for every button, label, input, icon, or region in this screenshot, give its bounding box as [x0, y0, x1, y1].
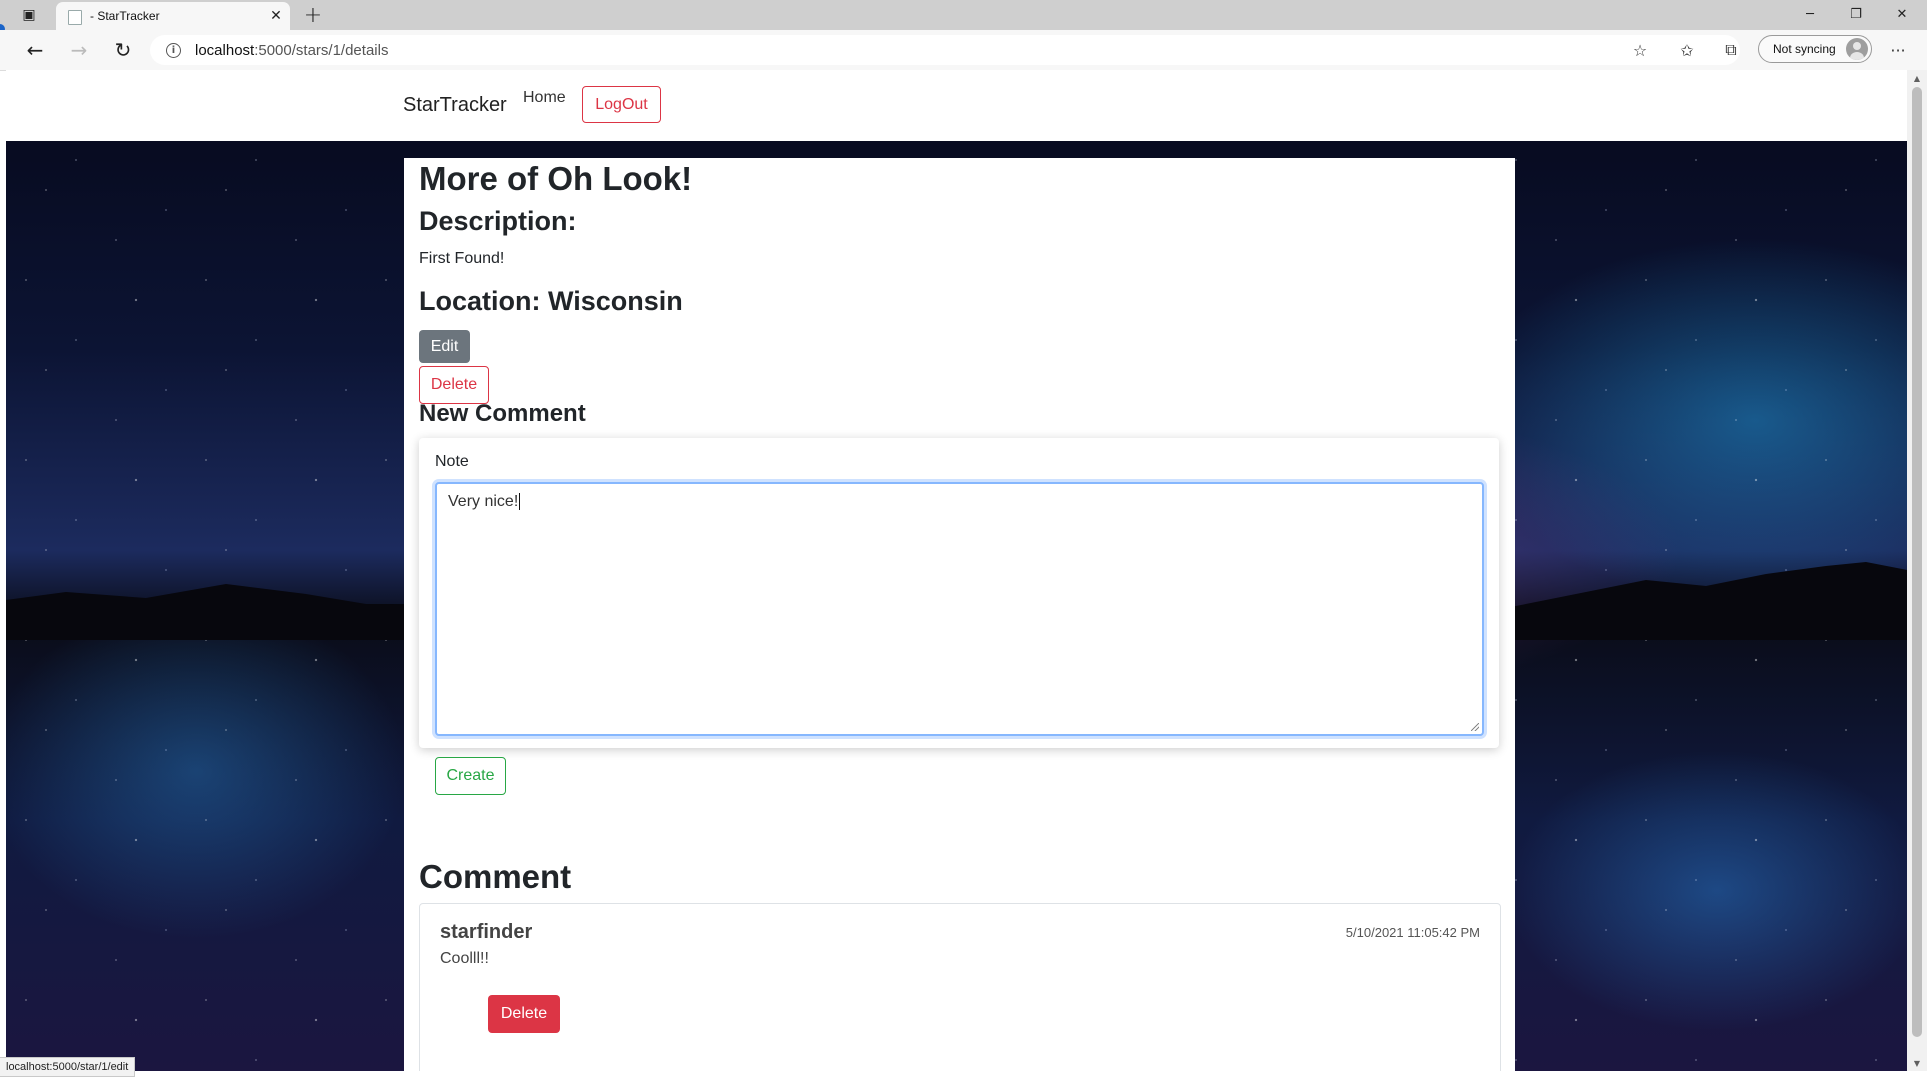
- profile-label: Not syncing: [1773, 42, 1836, 56]
- star-title: More of Oh Look!: [419, 160, 693, 197]
- delete-comment-button[interactable]: Delete: [488, 995, 560, 1033]
- back-icon[interactable]: ←: [22, 38, 48, 62]
- brand-link[interactable]: StarTracker: [403, 94, 507, 117]
- text-caret: [519, 493, 521, 510]
- minimize-button[interactable]: ─: [1787, 0, 1833, 28]
- logout-button[interactable]: LogOut: [582, 86, 661, 123]
- profile-button[interactable]: Not syncing: [1758, 35, 1872, 63]
- tab-strip: ▣ - StarTracker ✕ + ─ ❐ ✕: [0, 0, 1927, 34]
- url-text[interactable]: localhost:5000/stars/1/details: [195, 42, 388, 59]
- site-navbar: StarTracker Home LogOut: [6, 70, 1907, 141]
- create-button[interactable]: Create: [435, 757, 506, 795]
- close-window-button[interactable]: ✕: [1879, 0, 1925, 28]
- new-comment-card: Note Very nice! Create: [419, 438, 1499, 795]
- favorites-icon[interactable]: ✩: [1676, 39, 1698, 61]
- close-tab-icon[interactable]: ✕: [267, 6, 285, 26]
- browser-tab[interactable]: - StarTracker ✕: [56, 2, 290, 30]
- note-value: Very nice!: [448, 493, 521, 511]
- collections-icon[interactable]: ⧉: [1720, 39, 1742, 61]
- site-info-icon[interactable]: i: [166, 43, 181, 58]
- scroll-down-icon[interactable]: ▼: [1912, 1058, 1922, 1068]
- page-viewport: StarTracker Home LogOut More of Oh Look!…: [6, 70, 1907, 1071]
- scroll-up-icon[interactable]: ▲: [1912, 73, 1922, 83]
- note-textarea[interactable]: Very nice!: [435, 482, 1484, 736]
- tab-title: - StarTracker: [90, 9, 160, 23]
- page-favicon-icon: [68, 10, 82, 25]
- resize-grip-icon[interactable]: [1471, 723, 1479, 731]
- new-tab-button[interactable]: +: [301, 3, 325, 28]
- location-heading: Location: Wisconsin: [419, 286, 683, 316]
- avatar-icon: [1846, 38, 1868, 60]
- scroll-thumb[interactable]: [1912, 87, 1922, 1037]
- more-options-icon[interactable]: ···: [1884, 39, 1912, 61]
- description-text: First Found!: [419, 250, 505, 267]
- address-bar[interactable]: i localhost:5000/stars/1/details ☆: [150, 35, 1740, 65]
- comment-card: starfinder 5/10/2021 11:05:42 PM Coolll!…: [419, 903, 1501, 1071]
- comments-heading: Comment: [419, 858, 572, 895]
- browser-toolbar: ← → ↻ i localhost:5000/stars/1/details ☆…: [0, 30, 1927, 71]
- nav-home-link[interactable]: Home: [523, 89, 566, 107]
- page-scrollbar[interactable]: ▲ ▼: [1907, 70, 1927, 1071]
- tab-actions-icon[interactable]: ▣: [18, 5, 40, 25]
- delete-star-button[interactable]: Delete: [419, 366, 489, 404]
- content-panel: More of Oh Look! Description: First Foun…: [404, 158, 1515, 1071]
- comment-author: starfinder: [440, 921, 533, 943]
- note-value-text: Very nice!: [448, 493, 519, 510]
- refresh-icon[interactable]: ↻: [110, 38, 136, 62]
- comment-text: Coolll!!: [440, 950, 489, 967]
- new-comment-heading: New Comment: [419, 400, 586, 427]
- status-bar-url: localhost:5000/star/1/edit: [0, 1057, 136, 1077]
- restore-button[interactable]: ❐: [1833, 0, 1879, 28]
- comment-timestamp: 5/10/2021 11:05:42 PM: [1345, 925, 1480, 940]
- url-path: :5000/stars/1/details: [254, 42, 389, 59]
- forward-icon[interactable]: →: [66, 38, 92, 62]
- note-label: Note: [435, 453, 469, 470]
- url-host: localhost: [195, 42, 255, 59]
- edit-button[interactable]: Edit: [419, 330, 470, 363]
- description-heading: Description:: [419, 206, 577, 236]
- add-favorite-icon[interactable]: ☆: [1630, 40, 1650, 60]
